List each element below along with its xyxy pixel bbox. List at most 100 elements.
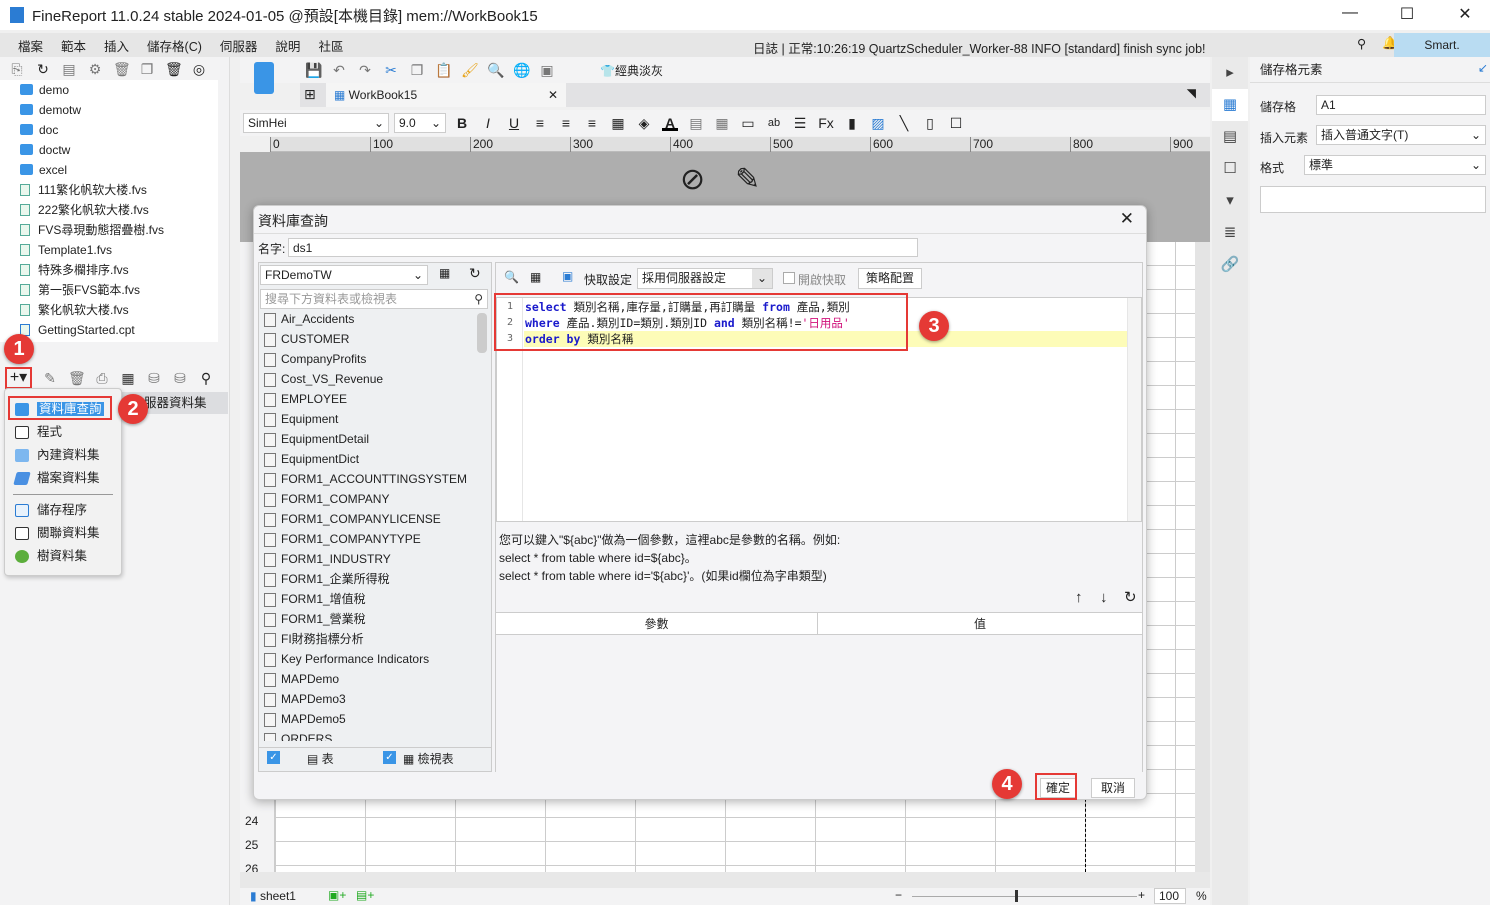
font-size-select[interactable]: 9.0 ⌄ — [394, 113, 446, 133]
minimize-button[interactable]: — — [1335, 4, 1365, 22]
table-list-item[interactable]: FI財務指標分析 — [259, 629, 477, 649]
list-scrollbar[interactable] — [477, 313, 487, 353]
format-painter-icon[interactable]: 🖌 — [461, 62, 479, 78]
table-list-item[interactable]: Key Performance Indicators — [259, 649, 477, 669]
table-list-item[interactable]: MAPDemo — [259, 669, 477, 689]
bold-icon[interactable]: B — [454, 115, 470, 131]
strategy-button[interactable]: 策略配置 — [858, 268, 922, 289]
template-search-icon[interactable]: 🔍 — [487, 62, 504, 78]
tree-file[interactable]: 111繁化帆软大楼.fvs — [0, 180, 218, 200]
table-list-item[interactable]: Air_Accidents — [259, 309, 477, 329]
tab-workbook15[interactable]: ▦ WorkBook15 ✕ — [326, 83, 566, 107]
tab-menu-icon[interactable]: ◥ — [1187, 86, 1196, 100]
menu-template[interactable]: 範本 — [61, 36, 86, 55]
subreport-icon[interactable]: ▯ — [922, 115, 938, 131]
move-up-icon[interactable]: ↑ — [1075, 589, 1083, 606]
table-list-item[interactable]: EquipmentDict — [259, 449, 477, 469]
tree-file[interactable]: 特殊多欄排序.fvs — [0, 260, 218, 280]
move-down-icon[interactable]: ↓ — [1100, 589, 1108, 606]
web-icon[interactable]: 🌐 — [513, 62, 530, 78]
preview-icon[interactable]: 🔍 — [504, 270, 519, 284]
border-icon[interactable]: ▦ — [610, 115, 626, 131]
cell-input[interactable]: A1 — [1316, 95, 1486, 115]
menu-item-program[interactable]: 程式 — [5, 421, 121, 444]
close-dialog-button[interactable]: ✕ — [1120, 209, 1134, 229]
delete-icon[interactable]: 🗑 — [113, 61, 131, 77]
insert-text-icon[interactable]: ▭ — [740, 115, 756, 131]
maximize-button[interactable]: ☐ — [1392, 4, 1422, 24]
condition-icon[interactable]: ≣ — [1212, 217, 1248, 249]
table-search-input[interactable]: 搜尋下方資料表或檢視表 ⚲ — [260, 289, 488, 309]
format-select[interactable]: 標準 ⌄ — [1304, 155, 1486, 175]
smart-button[interactable]: Smart. — [1394, 33, 1490, 57]
editor-scrollbar[interactable] — [1127, 298, 1141, 521]
collapse-arrow-icon[interactable]: ▸ — [1212, 57, 1248, 89]
tree-folder[interactable]: demotw — [0, 100, 218, 120]
menu-community[interactable]: 社區 — [318, 36, 343, 55]
open-icon[interactable]: ▤ — [61, 61, 77, 77]
sheet-tab[interactable]: ▮ sheet1 — [250, 889, 296, 903]
db-run-icon[interactable]: ⛁ — [146, 370, 162, 386]
table-list-item[interactable]: CompanyProfits — [259, 349, 477, 369]
formula-icon[interactable]: Fx — [818, 115, 834, 131]
edit-icon[interactable]: ✎ — [42, 370, 58, 386]
table-list-item[interactable]: FORM1_ACCOUNTTINGSYSTEM — [259, 469, 477, 489]
horizontal-scrollbar[interactable] — [240, 872, 1210, 888]
search-icon[interactable]: ⚲ — [1357, 36, 1366, 51]
slash-icon[interactable]: ╲ — [896, 115, 912, 131]
table-list-item[interactable]: CUSTOMER — [259, 329, 477, 349]
refresh-icon[interactable]: ↻ — [35, 61, 51, 77]
new-tab-icon[interactable]: ⊞ — [304, 86, 316, 103]
copy-icon[interactable]: ❐ — [139, 61, 155, 77]
hide-eye-icon[interactable]: ⊘ — [680, 162, 705, 197]
save-icon[interactable]: 💾 — [305, 62, 322, 78]
recycle-icon[interactable]: 🗑 — [165, 61, 183, 77]
refresh-params-icon[interactable]: ↻ — [1124, 588, 1137, 606]
float-element-icon[interactable]: ☐ — [1212, 153, 1248, 185]
zoom-in-button[interactable]: + — [1138, 888, 1145, 902]
zoom-slider[interactable] — [912, 890, 1137, 902]
menu-cell[interactable]: 儲存格(C) — [147, 36, 202, 55]
table-list-item[interactable]: FORM1_COMPANY — [259, 489, 477, 509]
menu-item-procedure[interactable]: 儲存程序 — [5, 499, 121, 522]
settings-icon[interactable]: ⚙ — [87, 61, 103, 77]
menu-item-tree[interactable]: 樹資料集 — [5, 545, 121, 568]
pin-icon[interactable]: ↙ — [1478, 61, 1488, 75]
menu-item-builtin[interactable]: 內建資料集 — [5, 444, 121, 467]
frame-icon[interactable]: ☐ — [948, 115, 964, 131]
tree-folder[interactable]: excel — [0, 160, 218, 180]
tree-file[interactable]: 第一張FVS範本.fvs — [0, 280, 218, 300]
edit-connection-icon[interactable]: ▦ — [439, 266, 450, 280]
menu-item-file-dataset[interactable]: 檔案資料集 — [5, 467, 121, 490]
menu-server[interactable]: 伺服器 — [220, 36, 258, 55]
widget-icon[interactable]: ▾ — [1212, 185, 1248, 217]
view-checkbox[interactable]: ✓ — [383, 751, 396, 764]
underline-icon[interactable]: U — [506, 115, 522, 131]
enable-cache-checkbox[interactable] — [783, 272, 795, 284]
copy-icon[interactable]: ❐ — [409, 62, 425, 78]
rich-text-icon[interactable]: ☰ — [792, 115, 808, 131]
sql-icon[interactable]: ▦ — [530, 270, 541, 284]
menu-insert[interactable]: 插入 — [104, 36, 129, 55]
merge-icon[interactable]: ▤ — [688, 115, 704, 131]
cell-attr-icon[interactable]: ▤ — [1212, 121, 1248, 153]
search-icon[interactable]: ⚲ — [198, 370, 214, 386]
preview-icon[interactable]: ⎙ — [94, 370, 110, 386]
dataset-query-icon[interactable] — [254, 62, 274, 94]
tree-file[interactable]: Template1.fvs — [0, 240, 218, 260]
locate-icon[interactable]: ◎ — [191, 61, 207, 77]
align-center-icon[interactable]: ≡ — [558, 115, 574, 131]
new-folder-icon[interactable]: ⎘ — [9, 61, 25, 77]
style-theme-button[interactable]: 👕經典淡灰 — [600, 62, 663, 79]
table-list-item[interactable]: FORM1_COMPANYLICENSE — [259, 509, 477, 529]
table-list-item[interactable]: Equipment — [259, 409, 477, 429]
edit-sql-icon[interactable]: ▦ — [120, 370, 136, 386]
menu-help[interactable]: 說明 — [275, 36, 300, 55]
close-window-button[interactable]: ✕ — [1450, 4, 1480, 24]
zoom-out-button[interactable]: − — [895, 888, 902, 902]
zoom-input[interactable]: 100 — [1154, 888, 1186, 904]
table-list-item[interactable]: EMPLOYEE — [259, 389, 477, 409]
align-left-icon[interactable]: ≡ — [532, 115, 548, 131]
align-right-icon[interactable]: ≡ — [584, 115, 600, 131]
menu-file[interactable]: 檔案 — [18, 36, 43, 55]
